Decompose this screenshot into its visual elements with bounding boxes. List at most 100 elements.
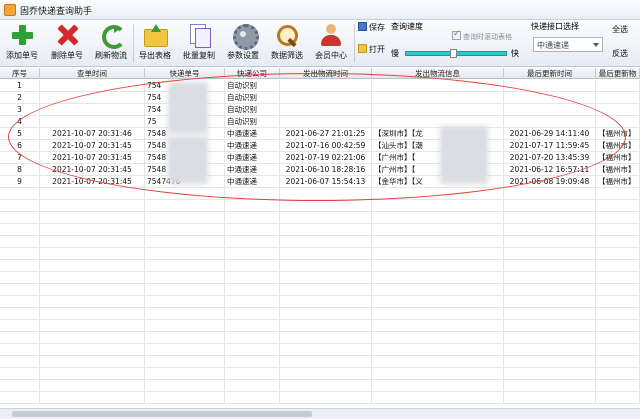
column-header[interactable]: 快递公司 (225, 68, 280, 79)
table-row[interactable] (0, 344, 640, 356)
table-cell (504, 308, 596, 320)
column-header[interactable]: 发出物流信息 (372, 68, 504, 79)
table-cell (596, 224, 640, 236)
data-filter-button[interactable]: 数据筛选 (268, 23, 306, 63)
table-row[interactable] (0, 212, 640, 224)
table-row[interactable] (0, 320, 640, 332)
table-cell (372, 80, 504, 92)
toolbar-divider (133, 24, 134, 62)
table-cell (504, 380, 596, 392)
table-cell (145, 236, 225, 248)
table-cell (504, 200, 596, 212)
delete-tracking-label: 删除单号 (51, 51, 83, 60)
data-filter-label: 数据筛选 (271, 51, 303, 60)
table-row[interactable] (0, 248, 640, 260)
refresh-logistics-button[interactable]: 刷新物流 (92, 23, 130, 63)
column-header[interactable]: 最后更新时间 (504, 68, 596, 79)
table-row[interactable] (0, 284, 640, 296)
table-cell: 自动识别 (225, 80, 280, 92)
column-header[interactable]: 查单时间 (40, 68, 145, 79)
table-row[interactable] (0, 356, 640, 368)
column-header[interactable]: 最后更新物 (596, 68, 640, 79)
table-cell (596, 212, 640, 224)
table-row[interactable] (0, 368, 640, 380)
add-tracking-button[interactable]: 添加单号 (3, 23, 41, 63)
invert-selection-button[interactable]: 反选 (612, 48, 638, 68)
table-cell (225, 224, 280, 236)
table-row[interactable]: 9 2021-10-07 20:31:45 7547476 中通速递 2021-06-0… (0, 176, 640, 188)
table-cell (0, 284, 40, 296)
table-row[interactable] (0, 224, 640, 236)
table-cell (596, 248, 640, 260)
slow-label: 慢 (391, 49, 399, 58)
open-button[interactable]: 打开 (358, 44, 386, 64)
table-row[interactable] (0, 200, 640, 212)
table-cell: 2021-07-17 11:59:45 (504, 140, 596, 152)
table-cell (372, 320, 504, 332)
table-row[interactable]: 6 2021-10-07 20:31:45 7548 中通速递 2021-07-16 0… (0, 140, 640, 152)
table-cell: 2021-06-07 15:54:13 (280, 176, 372, 188)
export-table-label: 导出表格 (139, 51, 171, 60)
table-row[interactable] (0, 392, 640, 404)
table-row[interactable] (0, 296, 640, 308)
select-all-button[interactable]: 全选 (612, 24, 638, 44)
table-row[interactable] (0, 272, 640, 284)
table-row[interactable] (0, 260, 640, 272)
table-cell (40, 392, 145, 404)
table-row[interactable]: 7 2021-10-07 20:31:45 7548 中通速递 2021-07-19 0… (0, 152, 640, 164)
table-cell (40, 188, 145, 200)
table-row[interactable] (0, 236, 640, 248)
table-cell (596, 236, 640, 248)
table-cell (280, 296, 372, 308)
table-cell (145, 224, 225, 236)
table-row[interactable]: 1 754 自动识别 (0, 80, 640, 92)
express-api-selected: 中通速递 (537, 41, 569, 50)
table-row[interactable]: 4 75 自动识别 (0, 116, 640, 128)
table-row[interactable]: 5 2021-10-07 20:31:46 7548 中通速递 2021-06-27 2… (0, 128, 640, 140)
table-cell: 中通速递 (225, 164, 280, 176)
table-cell (225, 368, 280, 380)
table-cell: 2021-06-12 16:57:11 (504, 164, 596, 176)
table-row[interactable]: 8 2021-10-07 20:31:45 7548 中通速递 2021-06-10 1… (0, 164, 640, 176)
member-center-button[interactable]: 会员中心 (312, 23, 350, 63)
table-cell (596, 188, 640, 200)
table-cell (0, 236, 40, 248)
table-cell (40, 332, 145, 344)
table-cell (40, 308, 145, 320)
scroll-thumb[interactable] (12, 411, 312, 417)
speed-slider-thumb[interactable] (450, 49, 457, 58)
batch-copy-button[interactable]: 批量复制 (180, 23, 218, 63)
window-title: 固乔快递查询助手 (20, 7, 93, 17)
table-cell (145, 248, 225, 260)
horizontal-scrollbar[interactable] (0, 408, 640, 419)
select-all-label: 全选 (612, 25, 628, 34)
table-cell (596, 356, 640, 368)
table-row[interactable] (0, 188, 640, 200)
table-cell (596, 200, 640, 212)
column-header[interactable]: 发出物流时间 (280, 68, 372, 79)
table-row[interactable]: 3 754 自动识别 (0, 104, 640, 116)
table-row[interactable] (0, 380, 640, 392)
table-cell (280, 368, 372, 380)
table-cell (372, 224, 504, 236)
express-api-select[interactable]: 中通速递 (533, 37, 603, 52)
table-cell (0, 308, 40, 320)
column-header[interactable]: 序号 (0, 68, 40, 79)
table-row[interactable]: 2 754 自动识别 (0, 92, 640, 104)
table-cell (145, 344, 225, 356)
table-row[interactable] (0, 332, 640, 344)
settings-button[interactable]: 参数设置 (224, 23, 262, 63)
column-header[interactable]: 快递单号 (145, 68, 225, 79)
table-cell (145, 332, 225, 344)
table-cell (280, 392, 372, 404)
export-table-button[interactable]: 导出表格 (136, 23, 174, 63)
scroll-left-icon[interactable] (1, 410, 10, 418)
table-cell (145, 284, 225, 296)
scroll-right-icon[interactable] (630, 410, 639, 418)
delete-tracking-button[interactable]: 删除单号 (48, 23, 86, 63)
scroll-table-checkbox[interactable]: 查询时滚动表格 (452, 29, 512, 42)
table-cell (225, 200, 280, 212)
add-icon (9, 23, 35, 47)
table-row[interactable] (0, 308, 640, 320)
save-button[interactable]: 保存 (358, 22, 386, 42)
